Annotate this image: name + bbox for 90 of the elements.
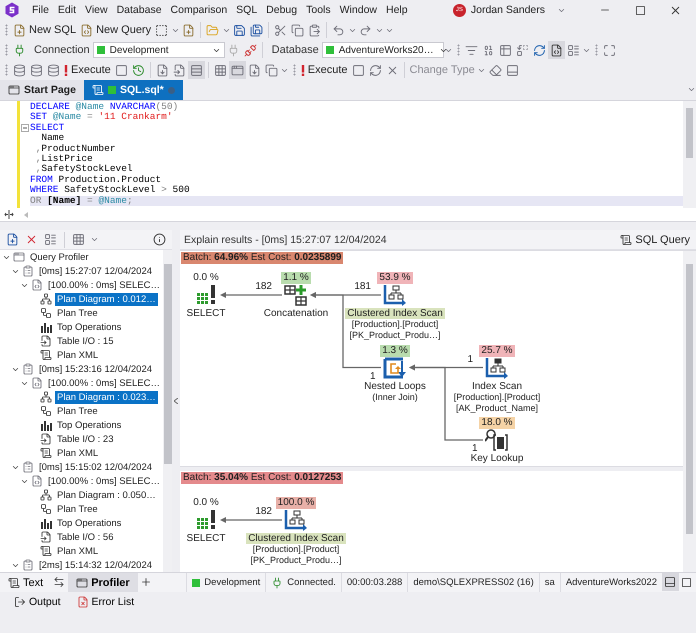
tree-item[interactable]: [100.00% : 0ms] SELEC… bbox=[46, 376, 162, 390]
code-line: ,SafetyStockLevel bbox=[34, 164, 134, 175]
result-tab[interactable]: Text bbox=[0, 573, 52, 592]
tree-item[interactable]: Plan XML bbox=[55, 446, 100, 460]
tree-item[interactable]: Plan Tree bbox=[55, 306, 100, 320]
tree-item[interactable]: Plan Diagram : 0.050… bbox=[55, 488, 158, 502]
tree-item[interactable]: [0ms] 15:23:16 12/04/2024 bbox=[37, 362, 154, 376]
cost-percent: 18.0 % bbox=[479, 417, 515, 429]
operator-detail: [Production].[Product] bbox=[352, 319, 438, 330]
row-count: 182 bbox=[255, 281, 272, 292]
execute-button[interactable]: Execute bbox=[62, 61, 113, 79]
code-line: SET @Name = '11 Crankarm' bbox=[30, 112, 174, 123]
document-tab[interactable]: Start Page bbox=[0, 80, 84, 100]
operator-detail: [PK_Product_Produ…] bbox=[349, 330, 441, 341]
operator-detail: [PK_Product_Produ…] bbox=[250, 555, 342, 566]
tree-item[interactable]: Plan Tree bbox=[55, 404, 100, 418]
operator-detail: (Inner Join) bbox=[372, 392, 418, 402]
cost-percent: 100.0 % bbox=[276, 497, 316, 509]
row-count: 1 bbox=[472, 443, 478, 454]
database-dropdown[interactable]: AdventureWorks20… bbox=[322, 42, 444, 58]
operator-name: Clustered Index Scan bbox=[345, 308, 445, 319]
code-line: WHERE SafetyStockLevel > 500 bbox=[30, 185, 191, 196]
menu-item[interactable]: Comparison bbox=[166, 4, 232, 16]
row-count: 181 bbox=[354, 281, 371, 292]
menu-item[interactable]: File bbox=[28, 4, 53, 16]
menu-item[interactable]: SQL bbox=[232, 4, 262, 16]
tree-item[interactable]: [100.00% : 0ms] SELEC… bbox=[46, 278, 162, 292]
tree-item[interactable]: Plan XML bbox=[55, 544, 100, 558]
tree-item[interactable]: [100.00% : 0ms] SELEC… bbox=[46, 474, 162, 488]
new-sql-button[interactable]: New SQL bbox=[11, 21, 78, 39]
row-count: 1 bbox=[467, 354, 473, 364]
database-label: Database bbox=[272, 44, 319, 56]
operator-detail: [AK_Product_Name] bbox=[456, 402, 538, 414]
tree-item[interactable]: Top Operations bbox=[55, 516, 124, 530]
tree-item[interactable]: Table I/O : 23 bbox=[55, 432, 116, 446]
tree-item[interactable]: Top Operations bbox=[55, 320, 124, 334]
tree-item[interactable]: Table I/O : 15 bbox=[55, 334, 116, 348]
menu-item[interactable]: Tools bbox=[302, 4, 335, 16]
tree-item[interactable]: Plan Tree bbox=[55, 502, 100, 516]
row-count: 1 bbox=[370, 370, 376, 382]
code-line: DECLARE @Name NVARCHAR(50) bbox=[30, 102, 180, 112]
code-line: ,ProductNumber bbox=[34, 144, 117, 154]
document-tab[interactable]: SQL.sql* bbox=[84, 80, 183, 100]
cost-percent: 25.7 % bbox=[479, 344, 515, 356]
tree-item[interactable]: Query Profiler bbox=[28, 250, 91, 264]
explain-title: Explain results - [0ms] 15:27:07 12/04/2024 bbox=[184, 234, 387, 246]
connection-dropdown[interactable]: Development bbox=[92, 42, 225, 58]
operator-name: SELECT bbox=[186, 308, 226, 319]
result-tab[interactable]: Profiler bbox=[68, 573, 138, 592]
operator-detail: [Production].[Product] bbox=[454, 392, 540, 402]
code-line: ,ListPrice bbox=[34, 154, 94, 164]
tree-item[interactable]: Plan XML bbox=[55, 348, 100, 362]
tree-item[interactable]: Plan Diagram : 0.012… bbox=[55, 292, 158, 306]
batch-cost-label: Batch: 35.04% Est Cost: 0.0127253 bbox=[181, 472, 344, 484]
code-line: SELECT bbox=[30, 122, 66, 134]
tree-item[interactable]: Plan Diagram : 0.023… bbox=[55, 390, 158, 404]
menu-item[interactable]: View bbox=[81, 4, 112, 16]
row-count: 182 bbox=[255, 506, 272, 517]
cost-percent: 0.0 % bbox=[192, 497, 220, 509]
cost-percent: 1.3 % bbox=[380, 344, 410, 356]
code-line: Name bbox=[40, 133, 66, 144]
cost-percent: 1.1 % bbox=[281, 272, 311, 284]
menu-item[interactable]: Edit bbox=[54, 4, 80, 16]
operator-name: Clustered Index Scan bbox=[246, 533, 346, 544]
tree-item[interactable]: Table I/O : 56 bbox=[55, 530, 116, 544]
operator-detail: [Production].[Product] bbox=[252, 544, 340, 555]
menu-item[interactable]: Debug bbox=[262, 4, 302, 16]
operator-name: Nested Loops bbox=[363, 380, 427, 392]
output-tab[interactable]: Output bbox=[10, 596, 65, 608]
operator-name: Index Scan bbox=[470, 380, 524, 392]
menu-item[interactable]: Window bbox=[336, 4, 381, 16]
cost-percent: 0.0 % bbox=[192, 272, 220, 284]
operator-name: Key Lookup bbox=[470, 453, 524, 464]
code-line: FROM Production.Product bbox=[30, 174, 162, 185]
cost-percent: 53.9 % bbox=[377, 272, 413, 284]
connection-label: Connection bbox=[34, 44, 90, 56]
batch-cost-label: Batch: 64.96% Est Cost: 0.0235899 bbox=[181, 252, 344, 264]
tree-item[interactable]: [0ms] 15:27:07 12/04/2024 bbox=[37, 264, 154, 278]
operator-name: SELECT bbox=[186, 533, 226, 544]
tree-item[interactable]: [2ms] 15:14:32 12/04/2024 bbox=[37, 558, 154, 572]
user-name[interactable]: Jordan Sanders bbox=[470, 4, 545, 16]
menu-item[interactable]: Help bbox=[382, 4, 412, 16]
tree-item[interactable]: [0ms] 15:15:02 12/04/2024 bbox=[37, 460, 154, 474]
menu-item[interactable]: Database bbox=[112, 4, 166, 16]
operator-name: Concatenation bbox=[262, 308, 330, 319]
tree-item[interactable]: Top Operations bbox=[55, 418, 124, 432]
execute-button[interactable]: Execute bbox=[298, 61, 350, 79]
new-query-button[interactable]: New Query bbox=[78, 21, 154, 39]
sql-query-button[interactable]: SQL Query bbox=[618, 230, 692, 248]
output-tab[interactable]: Error List bbox=[72, 596, 138, 608]
